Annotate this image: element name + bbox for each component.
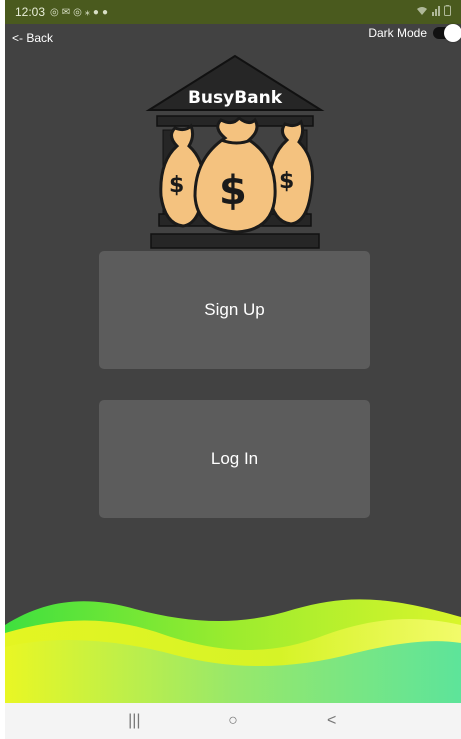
signal-icon: ⁎ (84, 6, 90, 18)
toggle-knob (444, 24, 461, 42)
decorative-wave (5, 599, 461, 707)
busybank-logo: $ $ $ BusyBank (145, 54, 325, 254)
dark-mode-toggle[interactable] (433, 24, 461, 42)
nav-back-button[interactable]: < (312, 712, 352, 730)
recents-button[interactable]: ||| (114, 712, 154, 730)
wifi-icon (416, 6, 428, 19)
log-in-button[interactable]: Log In (99, 400, 370, 518)
home-button[interactable]: ○ (213, 712, 253, 730)
signal-bars-icon (431, 5, 441, 19)
dark-mode-control: Dark Mode (368, 24, 461, 42)
dark-mode-label: Dark Mode (368, 26, 427, 40)
android-nav-bar: ||| ○ < (5, 703, 461, 739)
svg-text:$: $ (279, 169, 294, 194)
bank-money-icon: $ $ $ (145, 54, 325, 249)
svg-text:$: $ (169, 173, 184, 198)
logo-title: BusyBank (187, 88, 283, 108)
sign-up-button[interactable]: Sign Up (99, 251, 370, 369)
android-icon: ● (92, 6, 99, 18)
dot-icon: ● (101, 6, 108, 18)
status-bar: 12:03 ◎ ✉ ◎ ⁎ ● ● (5, 0, 461, 24)
svg-text:$: $ (219, 168, 247, 214)
status-time: 12:03 (15, 5, 46, 19)
mail-icon: ✉ (61, 6, 71, 18)
back-button[interactable]: <- Back (12, 31, 53, 45)
whatsapp-icon: ◎ (73, 6, 82, 18)
battery-icon (444, 5, 451, 19)
whatsapp-icon: ◎ (50, 6, 59, 18)
app-screen: 12:03 ◎ ✉ ◎ ⁎ ● ● <- Back Dark Mode $ $ … (5, 0, 461, 739)
